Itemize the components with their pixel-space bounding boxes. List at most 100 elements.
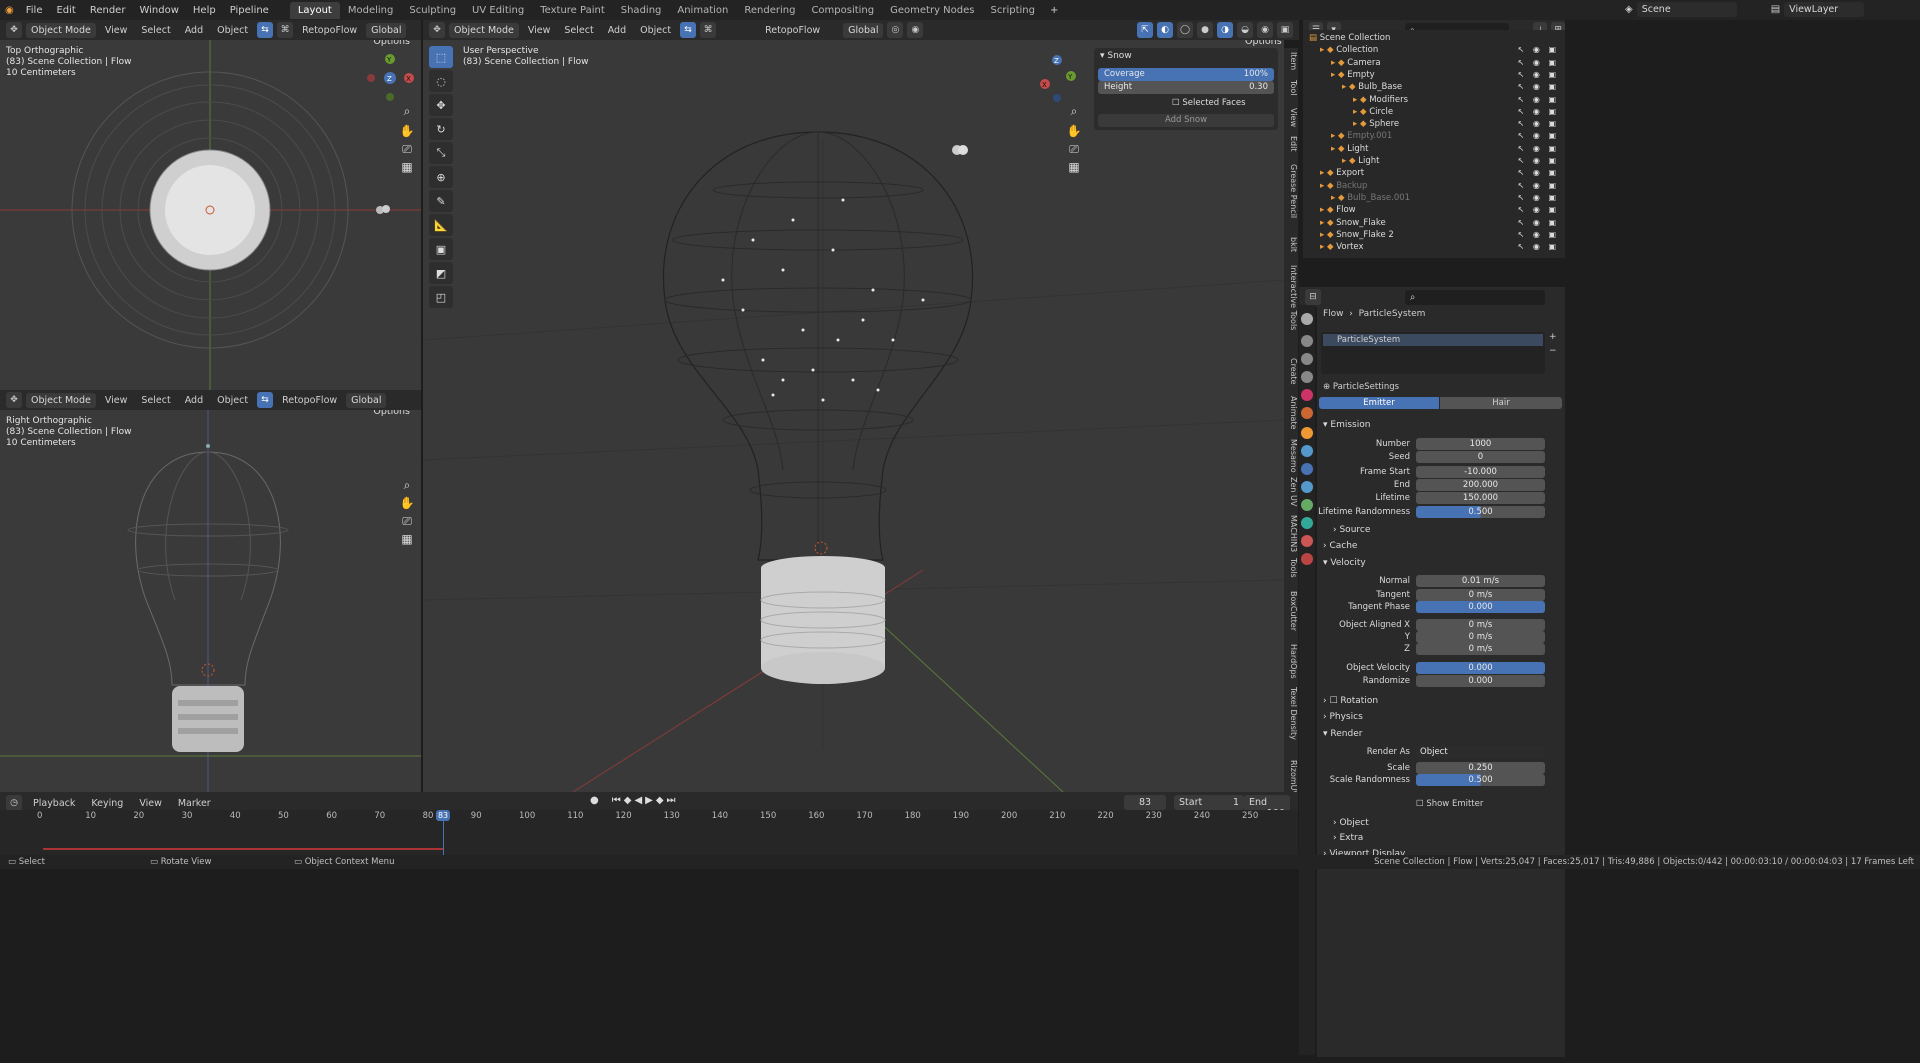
outliner-item[interactable]: ▸ ◆ Export (1320, 167, 1364, 179)
playback-menu[interactable]: Playback (28, 798, 80, 809)
outliner-item[interactable]: ▸ ◆ Modifiers (1353, 94, 1408, 106)
outliner-item[interactable]: ▸ ◆ Bulb_Base.001 (1331, 192, 1410, 204)
menu-window[interactable]: Window (132, 5, 185, 16)
mode-dropdown[interactable]: Object Mode (26, 392, 96, 408)
scale-field[interactable]: 0.250 (1416, 762, 1545, 774)
modifier-tab-icon[interactable] (1301, 445, 1313, 457)
sidebar-tab-animate[interactable]: Animate (1284, 396, 1298, 430)
play-reverse-icon[interactable]: ◀ (634, 795, 642, 806)
sidebar-tab-texel-density[interactable]: Texel Density (1284, 687, 1298, 740)
outliner-item[interactable]: ▸ ◆ Camera (1331, 57, 1381, 69)
outliner-item[interactable]: ▸ ◆ Light (1331, 143, 1368, 155)
transform-icon[interactable]: ⇆ (257, 392, 274, 408)
visibility-toggles[interactable]: ↖ ◉ ▣ (1518, 57, 1559, 69)
xray-toggle-icon[interactable]: ▣ (1277, 22, 1293, 38)
outliner-item[interactable]: ▸ ◆ Backup (1320, 180, 1367, 192)
workspace-tab-animation[interactable]: Animation (669, 2, 736, 19)
world-tab-icon[interactable] (1301, 407, 1313, 419)
menu-file[interactable]: File (19, 5, 50, 16)
cache-section[interactable]: › Cache (1323, 541, 1357, 551)
record-icon[interactable]: ● (590, 795, 599, 806)
scene-tab-icon[interactable] (1301, 389, 1313, 401)
select-menu[interactable]: Select (136, 25, 175, 36)
visibility-toggles[interactable]: ↖ ◉ ▣ (1518, 143, 1559, 155)
rotation-section[interactable]: › ☐ Rotation (1323, 696, 1378, 706)
sidebar-tab-create[interactable]: Create (1284, 358, 1298, 385)
randomize-field[interactable]: 0.000 (1416, 675, 1545, 687)
start-frame-field[interactable]: Start 1 (1174, 795, 1244, 810)
snow-panel-title[interactable]: ▾ Snow (1100, 51, 1132, 61)
view-layer-tab-icon[interactable] (1301, 371, 1313, 383)
normal-field[interactable]: 0.01 m/s (1416, 575, 1545, 587)
add-menu[interactable]: Add (180, 395, 208, 406)
camera-icon[interactable]: ⎚ (398, 140, 416, 158)
workspace-tab-sculpting[interactable]: Sculpting (401, 2, 464, 19)
outliner-item[interactable]: ▸ ◆ Circle (1353, 106, 1393, 118)
ortho-toggle-icon[interactable]: ▦ (1065, 158, 1083, 176)
visibility-toggles[interactable]: ↖ ◉ ▣ (1518, 81, 1559, 93)
add-system-button[interactable]: + (1549, 332, 1557, 342)
workspace-tab-geometry-nodes[interactable]: Geometry Nodes (882, 2, 982, 19)
proportional-icon[interactable]: ◉ (907, 22, 924, 38)
view-menu[interactable]: View (100, 395, 133, 406)
visibility-toggles[interactable]: ↖ ◉ ▣ (1518, 106, 1559, 118)
camera-icon[interactable]: ⎚ (1065, 140, 1083, 158)
menu-render[interactable]: Render (83, 5, 133, 16)
zoom-icon[interactable]: ⌕ (1065, 102, 1083, 120)
menu-pipeline[interactable]: Pipeline (223, 5, 276, 16)
workspace-tab-shading[interactable]: Shading (613, 2, 670, 19)
physics-section[interactable]: › Physics (1323, 712, 1363, 722)
options-button[interactable]: Options (368, 40, 415, 49)
marker-menu[interactable]: Marker (173, 798, 216, 809)
mode-dropdown[interactable]: Object Mode (26, 22, 96, 38)
sidebar-tab-tools[interactable]: Tools (1284, 558, 1298, 578)
hair-tab[interactable]: Hair (1440, 397, 1562, 409)
render-shading-icon[interactable]: ◒ (1237, 22, 1253, 38)
camera-icon[interactable]: ⎚ (398, 512, 416, 530)
editor-type-icon[interactable]: ✥ (6, 22, 22, 38)
editor-type-icon[interactable]: ✥ (429, 22, 445, 38)
visibility-toggles[interactable]: ↖ ◉ ▣ (1518, 192, 1559, 204)
mode-dropdown[interactable]: Object Mode (449, 22, 519, 38)
boxcutter-icon[interactable]: ◩ (429, 262, 453, 284)
visibility-toggles[interactable]: ↖ ◉ ▣ (1518, 44, 1559, 56)
number-field[interactable]: 1000 (1416, 438, 1545, 450)
outliner-item[interactable]: ▸ ◆ Empty (1331, 69, 1375, 81)
constraints-tab-icon[interactable] (1301, 499, 1313, 511)
workspace-tab-layout[interactable]: Layout (289, 1, 340, 19)
material-shading-icon[interactable]: ◑ (1217, 22, 1233, 38)
outliner-item[interactable]: ▸ ◆ Vortex (1320, 241, 1364, 253)
playhead-frame-label[interactable]: 83 (436, 810, 451, 821)
visibility-toggles[interactable]: ↖ ◉ ▣ (1518, 167, 1559, 179)
physics-tab-icon[interactable] (1301, 481, 1313, 493)
sidebar-tab-tool[interactable]: Tool (1284, 80, 1298, 96)
right-ortho-viewport[interactable]: Right Orthographic (83) Scene Collection… (0, 410, 421, 792)
select-menu[interactable]: Select (559, 25, 598, 36)
object-velocity-slider[interactable]: 0.000 (1416, 662, 1545, 674)
frame-start-field[interactable]: -10.000 (1416, 466, 1545, 478)
extra-subsection[interactable]: › Extra (1333, 833, 1363, 843)
view-layer-selector[interactable]: ViewLayer (1784, 2, 1865, 17)
seed-field[interactable]: 0 (1416, 451, 1545, 463)
visibility-toggles[interactable]: ↖ ◉ ▣ (1518, 229, 1559, 241)
settings-selector[interactable]: ⊕ ParticleSettings (1323, 382, 1399, 392)
hardops-icon[interactable]: ◰ (429, 286, 453, 308)
workspace-tab-modeling[interactable]: Modeling (340, 2, 402, 19)
cursor-icon[interactable]: ◌ (429, 70, 453, 92)
visibility-icon[interactable]: ◉ (1257, 22, 1273, 38)
tangent-phase-slider[interactable]: 0.000 (1416, 601, 1545, 613)
outliner-item[interactable]: ▸ ◆ Collection (1320, 44, 1378, 56)
retopoflow-menu[interactable]: RetopoFlow (760, 25, 825, 36)
sidebar-tab-bkit[interactable]: bkit (1284, 237, 1298, 252)
workspace-tab-rendering[interactable]: Rendering (736, 2, 803, 19)
visibility-toggles[interactable]: ↖ ◉ ▣ (1518, 155, 1559, 167)
gizmo-toggle-icon[interactable]: ⇱ (1137, 22, 1153, 38)
outliner-item[interactable]: ▸ ◆ Bulb_Base (1342, 81, 1402, 93)
transform-icon[interactable]: ⇆ (257, 22, 274, 38)
outliner-item[interactable]: ▸ ◆ Light (1342, 155, 1379, 167)
scale-icon[interactable]: ⤡ (429, 142, 453, 164)
remove-system-button[interactable]: − (1549, 346, 1557, 356)
jump-start-icon[interactable]: ⏮ (612, 795, 621, 806)
outliner-item[interactable]: ▸ ◆ Snow_Flake (1320, 217, 1386, 229)
output-tab-icon[interactable] (1301, 353, 1313, 365)
